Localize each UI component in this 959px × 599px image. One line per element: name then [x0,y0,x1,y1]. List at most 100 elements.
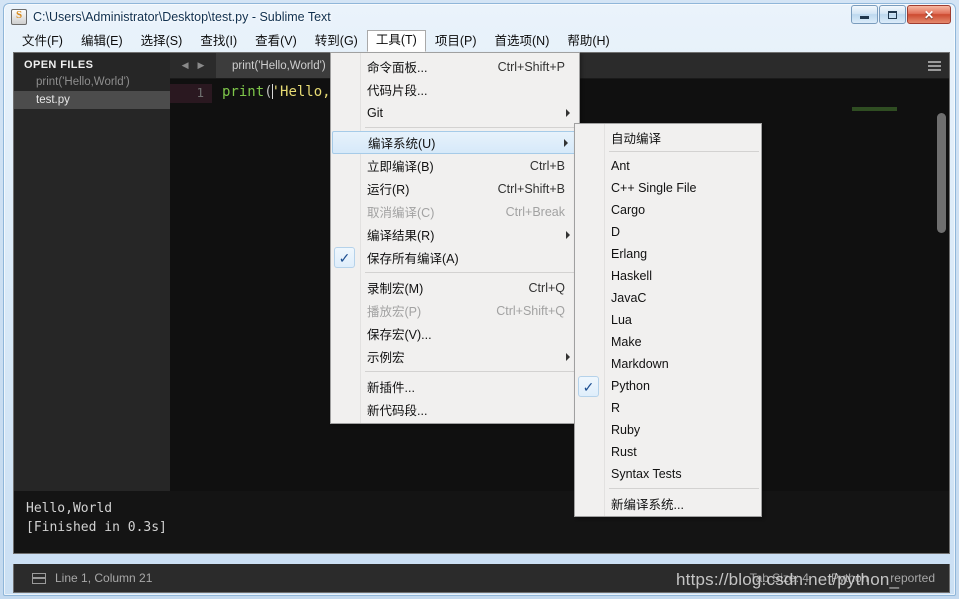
menu-item-file[interactable]: 文件(F) [13,31,72,52]
menu-row-build-system[interactable]: 编译系统(U) [332,131,578,154]
menu-separator [365,127,577,128]
menu-separator [609,488,759,489]
menu-label: Python [611,379,650,393]
menu-label: 命令面板... [367,61,428,75]
menu-separator [609,151,759,152]
menu-row-snippets[interactable]: 代码片段... [331,78,579,101]
submenu-row-markdown[interactable]: Markdown [575,353,761,375]
menu-label: 编译结果(R) [367,229,435,243]
menu-label: 自动编译 [611,131,662,146]
submenu-row-rust[interactable]: Rust [575,441,761,463]
menu-item-find[interactable]: 查找(I) [191,31,246,52]
menu-label: 取消编译(C) [367,206,435,220]
build-system-submenu: 自动编译 Ant C++ Single File Cargo D Erlang … [574,123,762,517]
menu-row-save-all-on-build[interactable]: ✓ 保存所有编译(A) [331,246,579,269]
arrow-left-icon[interactable]: ◀ [182,60,189,71]
menu-label: C++ Single File [611,181,697,195]
menu-row-save-macro[interactable]: 保存宏(V)... [331,322,579,345]
checkmark-icon: ✓ [334,247,355,268]
tab-size-label[interactable]: Tab Size: 4 [750,571,809,585]
window-title: C:\Users\Administrator\Desktop\test.py -… [33,10,331,24]
tab-active[interactable]: print('Hello,World') [216,53,343,78]
menu-item-selection[interactable]: 选择(S) [132,31,192,52]
menu-label: Rust [611,445,637,459]
menu-row-new-snippet[interactable]: 新代码段... [331,398,579,421]
submenu-arrow-icon [566,352,570,361]
menu-row-sample-macros[interactable]: 示例宏 [331,345,579,368]
arrow-right-icon[interactable]: ▶ [198,60,205,71]
submenu-row-lua[interactable]: Lua [575,309,761,331]
menu-row-command-palette[interactable]: 命令面板... Ctrl+Shift+P [331,55,579,78]
menu-separator [365,272,577,273]
submenu-row-make[interactable]: Make [575,331,761,353]
submenu-row-d[interactable]: D [575,221,761,243]
sidebar-item-open-file[interactable]: print('Hello,World') [14,73,170,91]
submenu-arrow-icon [564,138,568,147]
menu-row-new-plugin[interactable]: 新插件... [331,375,579,398]
menu-label: 保存所有编译(A) [367,252,459,266]
menu-row-git[interactable]: Git [331,101,579,124]
cursor-position-label: Line 1, Column 21 [55,571,153,585]
submenu-row-ruby[interactable]: Ruby [575,419,761,441]
submenu-row-automatic[interactable]: 自动编译 [575,126,761,148]
tab-nav-arrows: ◀ ▶ [170,53,216,78]
menu-item-edit[interactable]: 编辑(E) [72,31,132,52]
menu-label: 立即编译(B) [367,160,434,174]
build-output-console: Hello,World [Finished in 0.3s] [14,491,949,553]
menu-row-build-with[interactable]: 运行(R) Ctrl+Shift+B [331,177,579,200]
submenu-row-javac[interactable]: JavaC [575,287,761,309]
menu-label: 新代码段... [367,404,428,418]
menu-separator [365,371,577,372]
sidebar-item-test-py[interactable]: test.py [14,91,170,109]
submenu-row-python[interactable]: ✓ Python [575,375,761,397]
menu-accelerator: Ctrl+Q [528,280,565,295]
screen-root: C:\Users\Administrator\Desktop\test.py -… [0,0,959,599]
status-extra-label: reported [890,571,935,585]
window-controls: ✕ [851,5,951,24]
menu-item-view[interactable]: 查看(V) [246,31,306,52]
editor-vertical-scrollbar[interactable] [937,113,946,233]
menu-item-tools[interactable]: 工具(T) [366,30,426,52]
sublime-logo-icon [11,9,27,25]
menu-label: Haskell [611,269,652,283]
menu-item-goto[interactable]: 转到(G) [306,31,367,52]
menu-accelerator: Ctrl+B [529,158,565,173]
console-line-1: Hello,World [26,501,113,516]
menu-label: Ant [611,159,630,173]
submenu-row-cpp-single-file[interactable]: C++ Single File [575,177,761,199]
submenu-row-cargo[interactable]: Cargo [575,199,761,221]
menu-row-build-results[interactable]: 编译结果(R) [331,223,579,246]
submenu-row-syntax-tests[interactable]: Syntax Tests [575,463,761,485]
submenu-row-haskell[interactable]: Haskell [575,265,761,287]
panel-layout-icon[interactable] [32,572,46,584]
submenu-row-r[interactable]: R [575,397,761,419]
hamburger-icon[interactable] [928,61,941,71]
submenu-row-ant[interactable]: Ant [575,155,761,177]
menu-label: 播放宏(P) [367,305,422,319]
menu-item-preferences[interactable]: 首选项(N) [486,31,559,52]
syntax-label[interactable]: Python [831,571,868,585]
menu-accelerator: Ctrl+Shift+P [497,59,565,74]
close-icon: ✕ [923,7,935,22]
menu-label: Git [367,105,383,120]
submenu-row-new-build-system[interactable]: 新编译系统... [575,492,761,514]
menu-item-project[interactable]: 项目(P) [426,31,486,52]
submenu-row-erlang[interactable]: Erlang [575,243,761,265]
menu-label: 新插件... [367,381,415,395]
maximize-button[interactable] [879,5,906,24]
submenu-arrow-icon [566,230,570,239]
close-button[interactable]: ✕ [907,5,951,24]
menu-label: Syntax Tests [611,467,682,481]
status-right-group: Tab Size: 4 Python reported [750,564,935,592]
console-text: Hello,World [Finished in 0.3s] [14,491,949,553]
menu-row-record-macro[interactable]: 录制宏(M) Ctrl+Q [331,276,579,299]
menu-label: 编译系统(U) [368,137,436,151]
console-line-2: [Finished in 0.3s] [26,520,167,535]
token-function: print [222,84,265,100]
title-bar: C:\Users\Administrator\Desktop\test.py -… [4,4,955,30]
menu-item-help[interactable]: 帮助(H) [558,31,618,52]
minimize-button[interactable] [851,5,878,24]
menu-label: JavaC [611,291,647,305]
menu-bar: 文件(F) 编辑(E) 选择(S) 查找(I) 查看(V) 转到(G) 工具(T… [5,30,956,52]
menu-row-build[interactable]: 立即编译(B) Ctrl+B [331,154,579,177]
